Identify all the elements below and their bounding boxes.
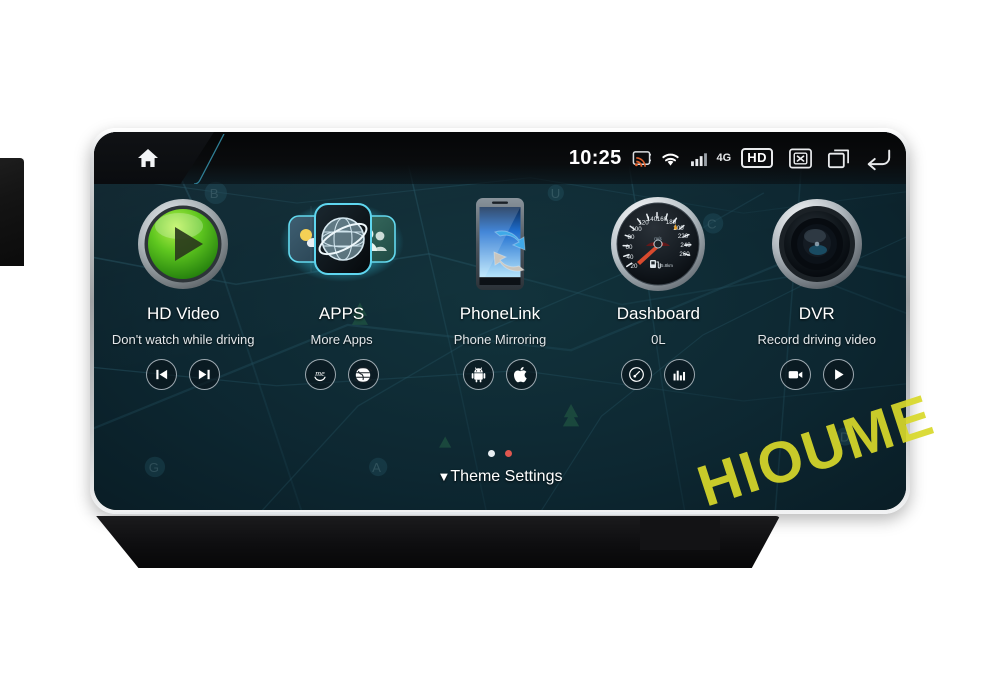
back-arrow-icon[interactable] <box>864 146 892 171</box>
me-icon: me <box>314 368 326 381</box>
app-tile-hd-video[interactable]: HD Video Don't watch while driving <box>106 190 261 390</box>
app-subtitle: Record driving video <box>757 332 876 347</box>
me-account-button[interactable]: me <box>304 359 336 390</box>
page-dot-1[interactable] <box>488 450 495 457</box>
close-boxed-icon[interactable] <box>788 146 813 171</box>
page-dot-2[interactable] <box>505 450 512 457</box>
svg-text:D: D <box>840 430 850 445</box>
app-tile-apps[interactable]: APPS More Apps me <box>264 190 419 390</box>
previous-track-icon <box>156 369 168 380</box>
svg-text:5.8km: 5.8km <box>661 263 673 268</box>
dvr-actions <box>779 359 854 390</box>
hd-badge: HD <box>741 148 773 168</box>
globe-browser-icon[interactable] <box>277 194 407 294</box>
recent-apps-icon[interactable] <box>826 146 851 171</box>
play-icon <box>834 369 844 380</box>
next-track-icon <box>199 369 210 380</box>
app-tile-dashboard[interactable]: 20 40 60 80 100 120 140 160 180 200 220 240 26… <box>581 190 736 390</box>
android-icon <box>471 367 486 383</box>
globe-icon <box>354 366 373 383</box>
app-subtitle: Don't watch while driving <box>111 332 255 347</box>
chevron-down-icon: ▼ <box>437 469 451 484</box>
svg-text:40: 40 <box>627 254 634 261</box>
bezel-inner: BA CG DU 10:25 4G HD HD Video Don't watc… <box>94 132 906 510</box>
app-tile-phonelink[interactable]: PhoneLink Phone Mirroring <box>422 190 577 390</box>
gauge-view-button[interactable] <box>621 359 653 390</box>
play-recording-button[interactable] <box>822 359 854 390</box>
network-type-label: 4G <box>716 152 732 164</box>
apps-actions: me <box>304 359 379 390</box>
svg-text:80: 80 <box>628 234 635 241</box>
theme-settings-label: Theme Settings <box>450 468 563 485</box>
app-title: HD Video <box>146 304 220 323</box>
wifi-icon <box>661 153 679 166</box>
svg-text:240: 240 <box>681 242 692 249</box>
hd-video-actions <box>146 359 221 390</box>
next-track-button[interactable] <box>189 359 221 390</box>
svg-text:260: 260 <box>680 251 691 258</box>
app-subtitle: Phone Mirroring <box>453 332 547 347</box>
home-icon[interactable] <box>136 146 160 170</box>
svg-text:20: 20 <box>631 263 638 270</box>
app-subtitle: More Apps <box>310 332 373 347</box>
app-title: PhoneLink <box>459 304 541 323</box>
base-top-edge <box>80 512 780 515</box>
screen: BA CG DU 10:25 4G HD HD Video Don't watc… <box>94 132 906 510</box>
cast-icon <box>632 150 651 167</box>
base-notch <box>640 516 720 550</box>
theme-settings-button[interactable]: ▼Theme Settings <box>94 468 906 486</box>
app-title: APPS <box>318 304 365 323</box>
svg-text:60: 60 <box>626 244 633 251</box>
camera-lens-icon[interactable] <box>771 198 863 290</box>
apple-icon <box>513 366 527 383</box>
gauge-icon <box>629 367 645 382</box>
speedometer-gauge-icon[interactable]: 2040 6080 100120 140 160 180200 220240 26… <box>610 196 706 292</box>
dashboard-icon-wrap: 20 40 60 80 100 120 140 160 180 200 220 240 26… <box>610 190 706 298</box>
cellular-signal-icon <box>690 152 707 166</box>
svg-text:me: me <box>315 368 325 377</box>
svg-text:100: 100 <box>632 226 643 233</box>
bar-chart-icon <box>673 370 686 381</box>
hd-video-icon-wrap <box>137 190 229 298</box>
app-tile-dvr[interactable]: DVR Record driving video <box>739 190 894 390</box>
browser-button[interactable] <box>347 359 379 390</box>
phone-mirroring-icon[interactable] <box>452 192 548 296</box>
app-grid: HD Video Don't watch while driving APPS … <box>94 190 906 390</box>
car-head-unit: BA CG DU 10:25 4G HD HD Video Don't watc… <box>90 128 910 514</box>
left-mounting-fin <box>0 158 24 266</box>
android-link-button[interactable] <box>462 359 494 390</box>
dvr-icon-wrap <box>771 190 863 298</box>
page-indicator[interactable] <box>94 450 906 457</box>
clock: 10:25 <box>568 146 622 169</box>
app-title: DVR <box>798 304 835 323</box>
phonelink-actions <box>462 359 537 390</box>
record-video-button[interactable] <box>779 359 811 390</box>
screen-bezel: BA CG DU 10:25 4G HD HD Video Don't watc… <box>90 128 910 514</box>
status-bar: 10:25 4G HD <box>94 132 906 184</box>
app-subtitle: 0L <box>651 332 666 347</box>
phonelink-icon-wrap <box>452 190 548 298</box>
app-title: Dashboard <box>616 304 700 323</box>
svg-text:220: 220 <box>678 233 689 240</box>
status-indicators: 10:25 4G HD <box>569 132 892 184</box>
previous-track-button[interactable] <box>146 359 178 390</box>
apple-link-button[interactable] <box>505 359 537 390</box>
apps-icon-wrap <box>277 190 407 298</box>
video-camera-icon <box>788 371 803 379</box>
green-play-button-icon[interactable] <box>137 198 229 290</box>
dashboard-actions <box>621 359 696 390</box>
stats-view-button[interactable] <box>664 359 696 390</box>
